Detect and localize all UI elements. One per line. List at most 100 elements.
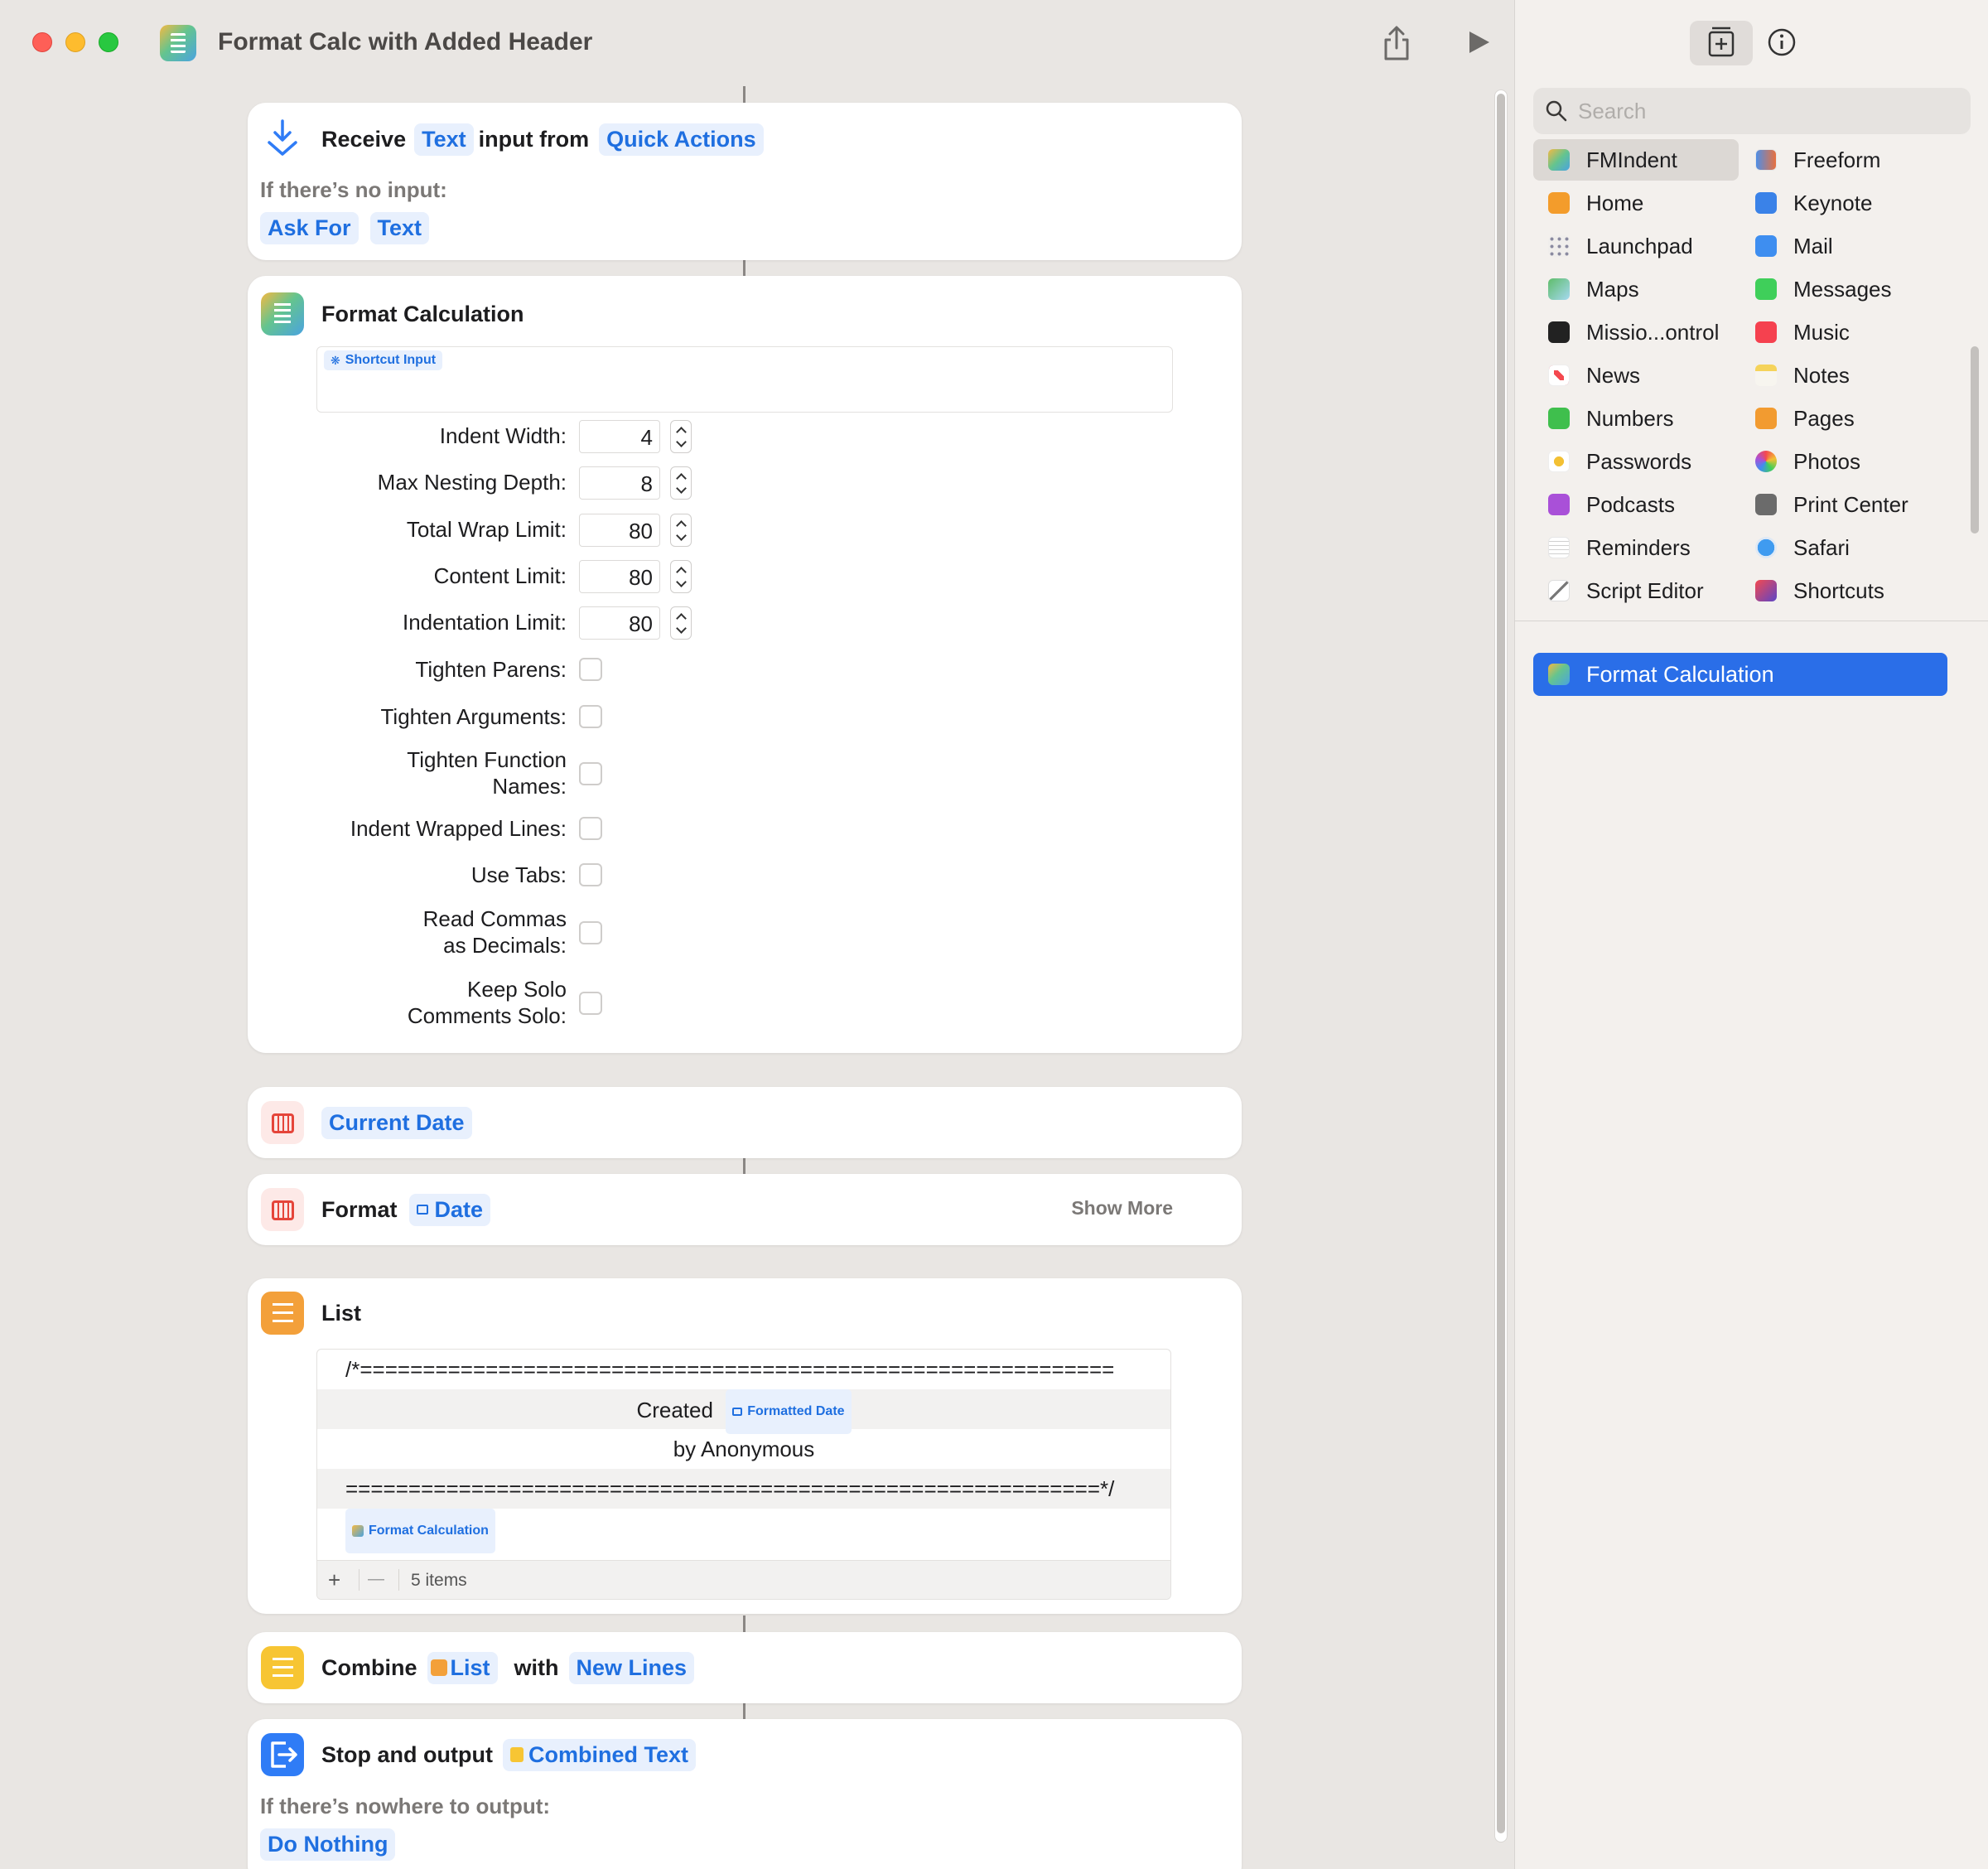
sidebar-action-format-calculation[interactable]: Format Calculation	[1533, 653, 1947, 696]
max-nesting-depth-stepper[interactable]	[670, 466, 692, 500]
ask-type-token[interactable]: Text	[369, 212, 430, 244]
tighten-function-names-checkbox[interactable]	[579, 762, 602, 785]
date-token[interactable]: Date	[408, 1193, 491, 1226]
current-date-token[interactable]: Current Date	[321, 1106, 472, 1139]
list-variable-token[interactable]: List	[427, 1651, 498, 1684]
tighten-arguments-label: Tighten Arguments:	[380, 704, 567, 729]
list-item[interactable]: ========================================…	[317, 1469, 1170, 1509]
sidebar-app-mail[interactable]: Mail	[1740, 225, 1962, 267]
indent-width-stepper[interactable]	[670, 420, 692, 453]
safari-icon	[1755, 537, 1777, 558]
tighten-arguments-checkbox[interactable]	[579, 705, 602, 728]
indentation-limit-field[interactable]: 80	[579, 606, 660, 640]
minimize-window-button[interactable]	[65, 32, 85, 52]
sidebar-app-keynote[interactable]: Keynote	[1740, 182, 1962, 224]
sidebar-app-home[interactable]: Home	[1533, 182, 1739, 224]
action-library-sidebar: Search FMIndent Home Launchpad Maps Miss…	[1514, 0, 1988, 1869]
sidebar-scrollbar[interactable]	[1971, 346, 1979, 534]
sidebar-app-freeform[interactable]: Freeform	[1740, 139, 1962, 181]
show-more-button[interactable]: Show More	[1071, 1197, 1173, 1219]
total-wrap-limit-field[interactable]: 80	[579, 514, 660, 547]
keep-solo-comments-checkbox[interactable]	[579, 992, 602, 1015]
play-icon[interactable]	[1464, 28, 1493, 56]
sidebar-app-podcasts[interactable]: Podcasts	[1533, 484, 1739, 525]
input-source-token[interactable]: Quick Actions	[599, 123, 764, 156]
stop-output-card[interactable]: Stop and output Combined Text If there’s…	[248, 1719, 1242, 1869]
sidebar-app-passwords[interactable]: Passwords	[1533, 441, 1739, 482]
format-calculation-card[interactable]: Format Calculation ❋ Shortcut Input Inde…	[248, 276, 1242, 1053]
indent-width-field[interactable]: 4	[579, 420, 660, 453]
with-label: with	[514, 1654, 559, 1680]
sidebar-app-print-center[interactable]: Print Center	[1740, 484, 1962, 525]
sidebar-app-news[interactable]: News	[1533, 355, 1739, 396]
shortcut-input-token[interactable]: ❋ Shortcut Input	[324, 350, 443, 370]
add-item-button[interactable]: +	[328, 1567, 340, 1593]
messages-icon	[1755, 278, 1777, 300]
notes-icon	[1755, 365, 1777, 386]
content-limit-field[interactable]: 80	[579, 560, 660, 593]
shortcut-icon[interactable]	[160, 25, 196, 61]
formatted-date-token[interactable]: Formatted Date	[726, 1389, 852, 1434]
nowhere-label: If there’s nowhere to output:	[260, 1794, 551, 1818]
list-item[interactable]: Created Formatted Date	[317, 1389, 1170, 1434]
combine-label: Combine	[321, 1654, 417, 1680]
list-card[interactable]: List /*=================================…	[248, 1278, 1242, 1614]
sidebar-app-music[interactable]: Music	[1740, 312, 1962, 353]
sidebar-app-script-editor[interactable]: Script Editor	[1533, 570, 1739, 611]
combined-text-token[interactable]: Combined Text	[502, 1738, 696, 1771]
tighten-parens-checkbox[interactable]	[579, 658, 602, 681]
format-calculation-token[interactable]: Format Calculation	[345, 1509, 495, 1553]
tighten-parens-label: Tighten Parens:	[415, 657, 567, 682]
indent-wrapped-lines-checkbox[interactable]	[579, 817, 602, 840]
search-field[interactable]: Search	[1533, 88, 1971, 134]
use-tabs-checkbox[interactable]	[579, 863, 602, 886]
connector-line	[743, 1157, 746, 1175]
remove-item-button[interactable]: —	[368, 1570, 384, 1589]
sidebar-app-safari[interactable]: Safari	[1740, 527, 1962, 568]
total-wrap-limit-stepper[interactable]	[670, 514, 692, 547]
format-date-card[interactable]: Format Date Show More	[248, 1174, 1242, 1245]
receive-action-card[interactable]: Receive Text input from Quick Actions If…	[248, 103, 1242, 260]
share-icon[interactable]	[1380, 25, 1413, 61]
current-date-card[interactable]: Current Date	[248, 1087, 1242, 1158]
sidebar-app-pages[interactable]: Pages	[1740, 398, 1962, 439]
separator-token[interactable]: New Lines	[568, 1651, 695, 1684]
input-from-label: input from	[478, 126, 590, 152]
editor-scrollbar[interactable]	[1494, 89, 1508, 1842]
divider	[398, 1569, 399, 1591]
window-title[interactable]: Format Calc with Added Header	[218, 28, 592, 56]
no-input-label: If there’s no input:	[260, 177, 447, 202]
sidebar-app-shortcuts[interactable]: Shortcuts	[1740, 570, 1962, 611]
calendar-small-icon	[732, 1408, 743, 1416]
sidebar-app-launchpad[interactable]: Launchpad	[1533, 225, 1739, 267]
combine-card[interactable]: Combine List with New Lines	[248, 1632, 1242, 1703]
library-button[interactable]	[1690, 21, 1753, 65]
title-bar: Format Calc with Added Header	[0, 0, 1513, 86]
zoom-window-button[interactable]	[99, 32, 118, 52]
list-item[interactable]: /*======================================…	[317, 1350, 1170, 1389]
editor-scrollbar-thumb[interactable]	[1497, 94, 1505, 1833]
indentation-limit-stepper[interactable]	[670, 606, 692, 640]
stop-output-label: Stop and output	[321, 1741, 493, 1767]
sidebar-app-messages[interactable]: Messages	[1740, 268, 1962, 310]
input-type-token[interactable]: Text	[414, 123, 474, 156]
max-nesting-depth-field[interactable]: 8	[579, 466, 660, 500]
sidebar-app-notes[interactable]: Notes	[1740, 355, 1962, 396]
read-commas-checkbox[interactable]	[579, 921, 602, 944]
list-item[interactable]: by Anonymous	[317, 1429, 1170, 1469]
do-nothing-token[interactable]: Do Nothing	[260, 1828, 396, 1861]
ask-for-token[interactable]: Ask For	[260, 212, 359, 244]
tighten-function-names-label: Tighten Function Names:	[407, 747, 567, 799]
sidebar-app-maps[interactable]: Maps	[1533, 268, 1739, 310]
receive-label: Receive	[321, 126, 407, 152]
calculation-input-field[interactable]: ❋ Shortcut Input	[316, 346, 1173, 413]
sidebar-app-reminders[interactable]: Reminders	[1533, 527, 1739, 568]
sidebar-app-mission-control[interactable]: Missio...ontrol	[1533, 312, 1739, 353]
sidebar-app-numbers[interactable]: Numbers	[1533, 398, 1739, 439]
details-button[interactable]	[1750, 21, 1813, 65]
list-item[interactable]: Format Calculation	[317, 1509, 1170, 1553]
sidebar-app-fmindent[interactable]: FMIndent	[1533, 139, 1739, 181]
sidebar-app-photos[interactable]: Photos	[1740, 441, 1962, 482]
close-window-button[interactable]	[32, 32, 52, 52]
content-limit-stepper[interactable]	[670, 560, 692, 593]
